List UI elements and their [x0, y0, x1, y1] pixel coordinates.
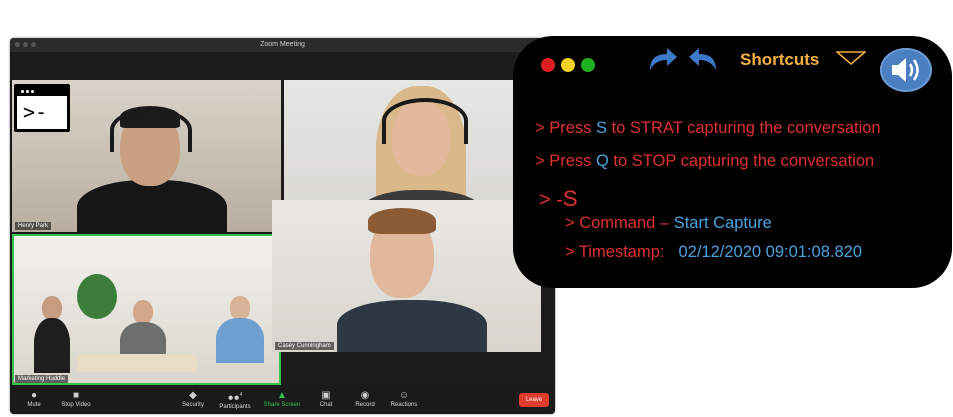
leave-button[interactable]: Leave: [519, 393, 549, 407]
terminal-icon[interactable]: >-: [14, 84, 70, 132]
participant-name-label: Casey Cunningham: [275, 342, 334, 350]
plant: [77, 274, 117, 319]
shield-icon: ◆: [189, 390, 197, 401]
minimize-window-button[interactable]: [23, 42, 28, 47]
chat-icon: ▣: [321, 390, 331, 401]
undo-arrow-icon[interactable]: [687, 46, 719, 72]
instruction-start: > Press S to STRAT capturing the convers…: [535, 119, 881, 137]
terminal-prompt: >-: [23, 100, 48, 124]
mute-button[interactable]: ● Mute: [12, 389, 56, 408]
smiley-icon: ☺: [398, 390, 410, 401]
video-camera-icon: ■: [72, 390, 80, 401]
headset: [382, 98, 468, 144]
command-value: Start Capture: [673, 214, 772, 232]
red-dot-icon[interactable]: [541, 58, 555, 72]
reactions-button[interactable]: ☺ Reactions: [382, 389, 426, 408]
share-screen-button[interactable]: ▲ Share Screen: [260, 389, 304, 408]
start-key: S: [595, 119, 607, 137]
zoom-titlebar: Zoom Meeting: [10, 38, 555, 52]
maximize-window-button[interactable]: [31, 42, 36, 47]
meeting-toolbar: ● Mute ■ Stop Video ◆ Security ●●4 Parti…: [10, 386, 555, 414]
window-controls[interactable]: [15, 42, 36, 47]
instruction-stop: > Press Q to STOP capturing the conversa…: [535, 152, 875, 170]
speaker-icon: [892, 58, 919, 82]
command-line: > Command – Start Capture: [565, 214, 772, 232]
record-button[interactable]: ◉ Record: [343, 389, 387, 408]
participants-count: 4: [239, 392, 243, 398]
redo-arrow-icon[interactable]: [647, 46, 679, 72]
participants-button[interactable]: ●●4 Participants: [213, 389, 257, 410]
participant-body: [337, 300, 487, 352]
participant-body: [77, 180, 227, 232]
timestamp-line: > Timestamp: 02/12/2020 09:01:08.820: [565, 243, 863, 261]
stop-key: Q: [595, 152, 609, 170]
yellow-dot-icon[interactable]: [561, 58, 575, 72]
participants-icon: ●●4: [227, 392, 243, 404]
video-tile-marketing-huddle[interactable]: Marketing Huddle: [12, 234, 281, 385]
security-button[interactable]: ◆ Security: [171, 389, 215, 408]
participant-name-label: Henry Park: [15, 222, 52, 230]
window-title: Zoom Meeting: [260, 41, 305, 48]
terminal-icon-bar: [17, 87, 67, 96]
share-screen-icon: ▲: [277, 390, 287, 401]
participant-name-label: Marketing Huddle: [15, 375, 69, 383]
command-input-line: > -S: [539, 186, 578, 211]
shortcuts-title[interactable]: Shortcuts: [740, 50, 819, 70]
speaker-button[interactable]: [880, 48, 932, 92]
video-tile-casey-cunningham[interactable]: Casey Cunningham: [272, 200, 541, 352]
dropdown-triangle-icon[interactable]: [836, 50, 866, 66]
zoom-meeting-window: Zoom Meeting Henry Park Marketing Huddle…: [10, 38, 555, 414]
shortcuts-panel: Shortcuts > Press S to STRAT capturing t…: [513, 36, 952, 288]
green-dot-icon[interactable]: [581, 58, 595, 72]
stop-video-button[interactable]: ■ Stop Video: [54, 389, 98, 408]
table: [77, 354, 197, 372]
microphone-icon: ●: [30, 390, 38, 401]
input-key: S: [562, 186, 578, 211]
record-icon: ◉: [360, 390, 370, 401]
headset: [110, 108, 192, 152]
close-window-button[interactable]: [15, 42, 20, 47]
timestamp-value: 02/12/2020 09:01:08.820: [678, 243, 863, 261]
chat-button[interactable]: ▣ Chat: [304, 389, 348, 408]
